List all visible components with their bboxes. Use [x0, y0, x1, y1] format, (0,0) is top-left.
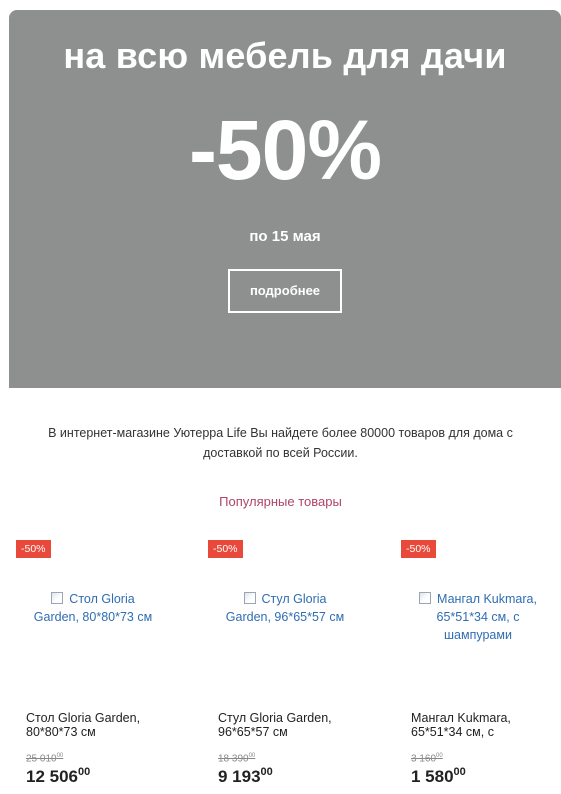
discount-badge: -50% [16, 540, 51, 558]
product-name[interactable]: Стол Gloria Garden, 80*80*73 см [26, 711, 171, 739]
email-frame: на всю мебель для дачи -50% по 15 мая по… [0, 0, 561, 794]
new-price: 12 50600 [26, 766, 90, 787]
new-price-kopecks: 00 [260, 766, 273, 778]
banner-title: на всю мебель для дачи [63, 35, 507, 76]
old-price-kopecks: 00 [248, 753, 256, 759]
old-price-kopecks: 00 [56, 753, 64, 759]
product-image[interactable]: Стол Gloria Garden, 80*80*73 см [30, 590, 156, 626]
broken-image-icon [243, 592, 256, 604]
product-image-alt[interactable]: Мангал Kukmara, 65*51*34 см, с шампурами [437, 592, 537, 642]
new-price-value: 1 580 [411, 767, 454, 786]
old-price-value: 25 010 [26, 753, 57, 765]
discount-badge: -50% [208, 540, 243, 558]
discount-badge: -50% [401, 540, 436, 558]
product-name[interactable]: Мангал Kukmara, 65*51*34 см, с [411, 711, 556, 739]
broken-image-icon [419, 592, 432, 604]
popular-products-link[interactable]: Популярные товары [0, 494, 561, 509]
banner-date: по 15 мая [249, 228, 321, 245]
old-price: 18 39000 [218, 753, 255, 764]
old-price: 3 16000 [411, 753, 443, 764]
new-price-kopecks: 00 [453, 766, 466, 778]
old-price-kopecks: 00 [436, 753, 443, 759]
product-image[interactable]: Стул Gloria Garden, 96*65*57 см [222, 590, 348, 626]
product-card[interactable]: -50% Мангал Kukmara, 65*51*34 см, с шамп… [401, 540, 551, 794]
old-price-value: 3 160 [411, 753, 437, 765]
new-price-value: 9 193 [218, 767, 261, 786]
new-price: 1 58000 [411, 766, 466, 787]
new-price-kopecks: 00 [78, 766, 91, 778]
old-price-value: 18 390 [218, 753, 249, 765]
new-price: 9 19300 [218, 766, 273, 787]
new-price-value: 12 506 [26, 767, 78, 786]
details-button[interactable]: подробнее [228, 269, 342, 313]
banner-discount: -50% [188, 103, 382, 197]
product-card[interactable]: -50% Стул Gloria Garden, 96*65*57 см Сту… [208, 540, 358, 794]
promo-banner: на всю мебель для дачи -50% по 15 мая по… [9, 10, 561, 388]
product-name[interactable]: Стул Gloria Garden, 96*65*57 см [218, 711, 363, 739]
broken-image-icon [51, 592, 64, 604]
product-card[interactable]: -50% Стол Gloria Garden, 80*80*73 см Сто… [16, 540, 166, 794]
intro-text: В интернет-магазине Уютерра Life Вы найд… [48, 426, 513, 460]
product-image[interactable]: Мангал Kukmara, 65*51*34 см, с шампурами [415, 590, 541, 644]
old-price: 25 01000 [26, 753, 63, 764]
